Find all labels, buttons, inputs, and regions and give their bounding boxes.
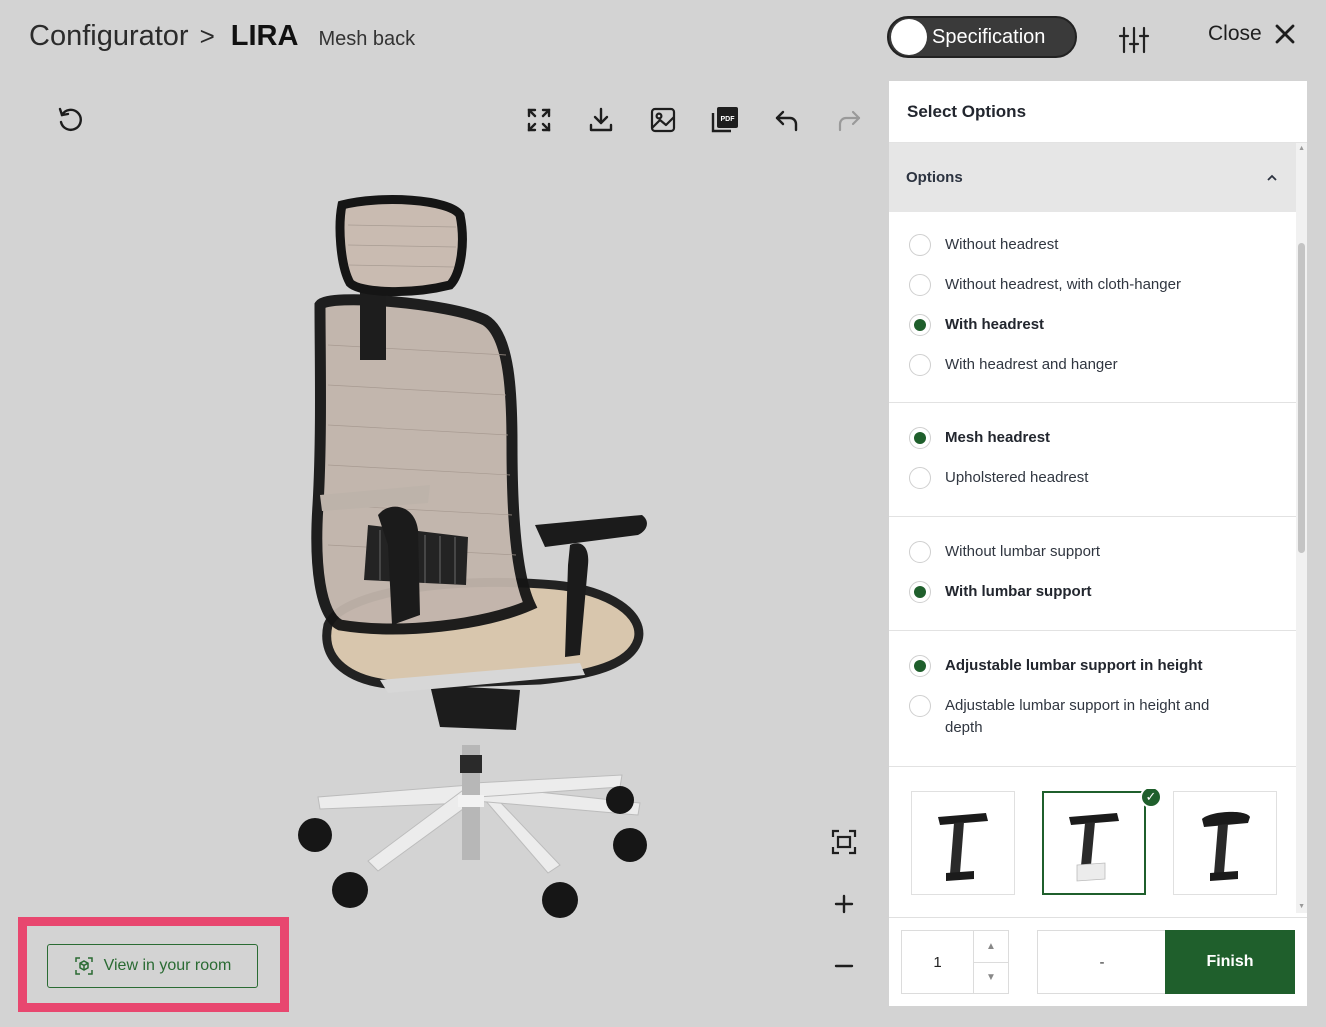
toggle-knob <box>891 19 927 55</box>
chair-3d-view[interactable] <box>280 185 670 925</box>
close-icon <box>1275 24 1295 44</box>
product-title: LIRA <box>230 20 299 52</box>
radio-button-selected[interactable] <box>909 655 931 677</box>
image-icon[interactable] <box>646 103 680 137</box>
specification-label: Specification <box>932 25 1046 48</box>
reset-icon[interactable] <box>53 103 87 137</box>
view-in-room-label: View in your room <box>103 957 232 974</box>
fit-view-icon[interactable] <box>828 826 860 858</box>
radio-button-selected[interactable] <box>909 581 931 603</box>
panel-title: Select Options <box>889 81 1307 143</box>
options-section-header[interactable]: Options <box>889 143 1296 212</box>
quantity-input[interactable]: 1 <box>902 931 974 993</box>
download-icon[interactable] <box>584 103 618 137</box>
quantity-decrease-icon[interactable]: ▼ <box>974 961 1008 994</box>
radio-button[interactable] <box>909 695 931 717</box>
radio-button[interactable] <box>909 354 931 376</box>
option-label: Without headrest, with cloth-hanger <box>945 276 1181 293</box>
radio-button[interactable] <box>909 274 931 296</box>
fullscreen-icon[interactable] <box>522 103 556 137</box>
chevron-up-icon <box>1267 174 1277 181</box>
armrest-thumb-white[interactable] <box>1042 791 1146 895</box>
lumbar-support-group: Without lumbar support With lumbar suppo… <box>889 517 1296 631</box>
armrest-thumb-black[interactable] <box>911 791 1015 895</box>
scroll-up-icon[interactable]: ▲ <box>1298 145 1305 152</box>
close-button[interactable]: Close <box>1208 22 1296 46</box>
breadcrumb: Configurator > LIRA Mesh back <box>29 20 415 53</box>
option-label: With lumbar support <box>945 583 1092 600</box>
option-lumbar-height[interactable]: Adjustable lumbar support in height <box>909 655 1203 677</box>
option-label: Without headrest <box>945 236 1059 253</box>
breadcrumb-root[interactable]: Configurator <box>29 20 189 53</box>
radio-button[interactable] <box>909 541 931 563</box>
option-label: Mesh headrest <box>945 429 1051 446</box>
price-field: - <box>1037 930 1167 994</box>
redo-icon[interactable] <box>832 103 866 137</box>
headrest-material-group: Mesh headrest Upholstered headrest <box>889 403 1296 517</box>
option-upholstered-headrest[interactable]: Upholstered headrest <box>909 467 1088 489</box>
option-with-lumbar[interactable]: With lumbar support <box>909 581 1092 603</box>
ar-cube-icon <box>74 957 93 975</box>
armrest-black-icon <box>938 813 988 881</box>
option-mesh-headrest[interactable]: Mesh headrest <box>909 427 1050 449</box>
option-label: Upholstered headrest <box>945 469 1089 486</box>
quantity-stepper[interactable]: 1 ▲ ▼ <box>901 930 1009 994</box>
options-section-label: Options <box>906 169 963 186</box>
option-label: Adjustable lumbar support in height <box>945 657 1203 674</box>
armrest-thumb-soft[interactable] <box>1173 791 1277 895</box>
option-label: With headrest and hanger <box>945 356 1118 373</box>
pdf-icon[interactable]: PDF <box>708 103 742 137</box>
option-lumbar-height-depth[interactable]: Adjustable lumbar support in height and … <box>909 695 1249 739</box>
finish-button[interactable]: Finish <box>1165 930 1295 994</box>
quantity-increase-icon[interactable]: ▲ <box>974 931 1008 962</box>
options-panel: Select Options Options Without headrest … <box>889 81 1307 1006</box>
armrest-white-icon <box>1069 813 1119 882</box>
option-without-headrest[interactable]: Without headrest <box>909 234 1058 256</box>
panel-footer: 1 ▲ ▼ - Finish <box>889 917 1307 1006</box>
option-with-headrest-hanger[interactable]: With headrest and hanger <box>909 354 1118 376</box>
undo-icon[interactable] <box>770 103 804 137</box>
view-in-room-button[interactable]: View in your room <box>47 944 258 988</box>
scroll-down-icon[interactable]: ▼ <box>1298 903 1305 910</box>
option-without-headrest-hanger[interactable]: Without headrest, with cloth-hanger <box>909 274 1181 296</box>
headrest-option-group: Without headrest Without headrest, with … <box>889 212 1296 403</box>
radio-button[interactable] <box>909 467 931 489</box>
close-label: Close <box>1208 22 1262 45</box>
quantity-arrows: ▲ ▼ <box>974 931 1008 993</box>
option-without-lumbar[interactable]: Without lumbar support <box>909 541 1100 563</box>
breadcrumb-separator: > <box>199 21 215 51</box>
radio-button[interactable] <box>909 234 931 256</box>
product-variant: Mesh back <box>318 28 416 50</box>
option-with-headrest[interactable]: With headrest <box>909 314 1044 336</box>
radio-button-selected[interactable] <box>909 314 931 336</box>
option-label: With headrest <box>945 316 1045 333</box>
zoom-out-icon[interactable] <box>828 950 860 982</box>
lumbar-adjustment-group: Adjustable lumbar support in height Adju… <box>889 631 1296 767</box>
armrest-thumbnails: ✓ <box>911 789 1281 917</box>
armrest-soft-icon <box>1202 811 1250 881</box>
specification-toggle[interactable]: Specification <box>887 16 1077 58</box>
scrollbar-thumb[interactable] <box>1298 243 1305 553</box>
sliders-icon[interactable] <box>1118 24 1150 56</box>
option-label: Adjustable lumbar support in height and … <box>945 697 1210 736</box>
svg-text:PDF: PDF <box>721 116 736 123</box>
selected-check-icon: ✓ <box>1140 789 1162 808</box>
radio-button-selected[interactable] <box>909 427 931 449</box>
option-label: Without lumbar support <box>945 543 1101 560</box>
options-scrollbar[interactable] <box>1296 143 1307 913</box>
zoom-in-icon[interactable] <box>828 888 860 920</box>
